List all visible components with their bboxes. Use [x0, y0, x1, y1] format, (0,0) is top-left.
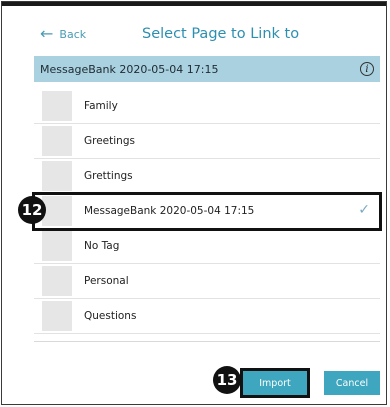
cancel-button[interactable]: Cancel	[324, 371, 380, 395]
top-border	[2, 2, 386, 6]
page-thumbnail	[42, 161, 72, 191]
page-thumbnail	[42, 266, 72, 296]
info-icon[interactable]: i	[360, 62, 374, 76]
page-thumbnail	[42, 196, 72, 226]
step-badge-13: 13	[213, 366, 241, 394]
page-thumbnail	[42, 231, 72, 261]
list-item-label: Family	[84, 100, 118, 112]
import-button[interactable]: Import	[240, 368, 310, 398]
list-item[interactable]: Grettings	[34, 159, 380, 194]
current-page-label: MessageBank 2020-05-04 17:15	[40, 62, 219, 76]
list-item-label: Personal	[84, 275, 129, 287]
page-thumbnail	[42, 126, 72, 156]
list-item-label: No Tag	[84, 240, 120, 252]
page-list: Family Greetings Grettings MessageBank 2…	[32, 89, 382, 334]
list-item-label: Questions	[84, 310, 137, 322]
list-item-label: Greetings	[84, 135, 135, 147]
page-thumbnail	[42, 91, 72, 121]
back-button[interactable]: ← Back	[40, 24, 86, 44]
current-page-header: MessageBank 2020-05-04 17:15 i	[34, 56, 380, 82]
list-item[interactable]: No Tag	[34, 229, 380, 264]
checkmark-icon: ✓	[358, 202, 370, 218]
footer-divider	[34, 341, 380, 342]
list-item[interactable]: Family	[34, 89, 380, 124]
list-item[interactable]: Personal	[34, 264, 380, 299]
page-thumbnail	[42, 301, 72, 331]
list-item-label: Grettings	[84, 170, 133, 182]
back-label: Back	[59, 27, 87, 41]
step-badge-12: 12	[18, 196, 46, 224]
list-item-selected[interactable]: MessageBank 2020-05-04 17:15 ✓	[32, 192, 382, 231]
page-title: Select Page to Link to	[142, 26, 300, 42]
arrow-left-icon: ←	[40, 24, 54, 43]
list-item[interactable]: Greetings	[34, 124, 380, 159]
list-item-label: MessageBank 2020-05-04 17:15	[84, 205, 255, 217]
dialog-frame: ← Back Select Page to Link to MessageBan…	[1, 1, 387, 405]
list-item[interactable]: Questions	[34, 299, 380, 334]
